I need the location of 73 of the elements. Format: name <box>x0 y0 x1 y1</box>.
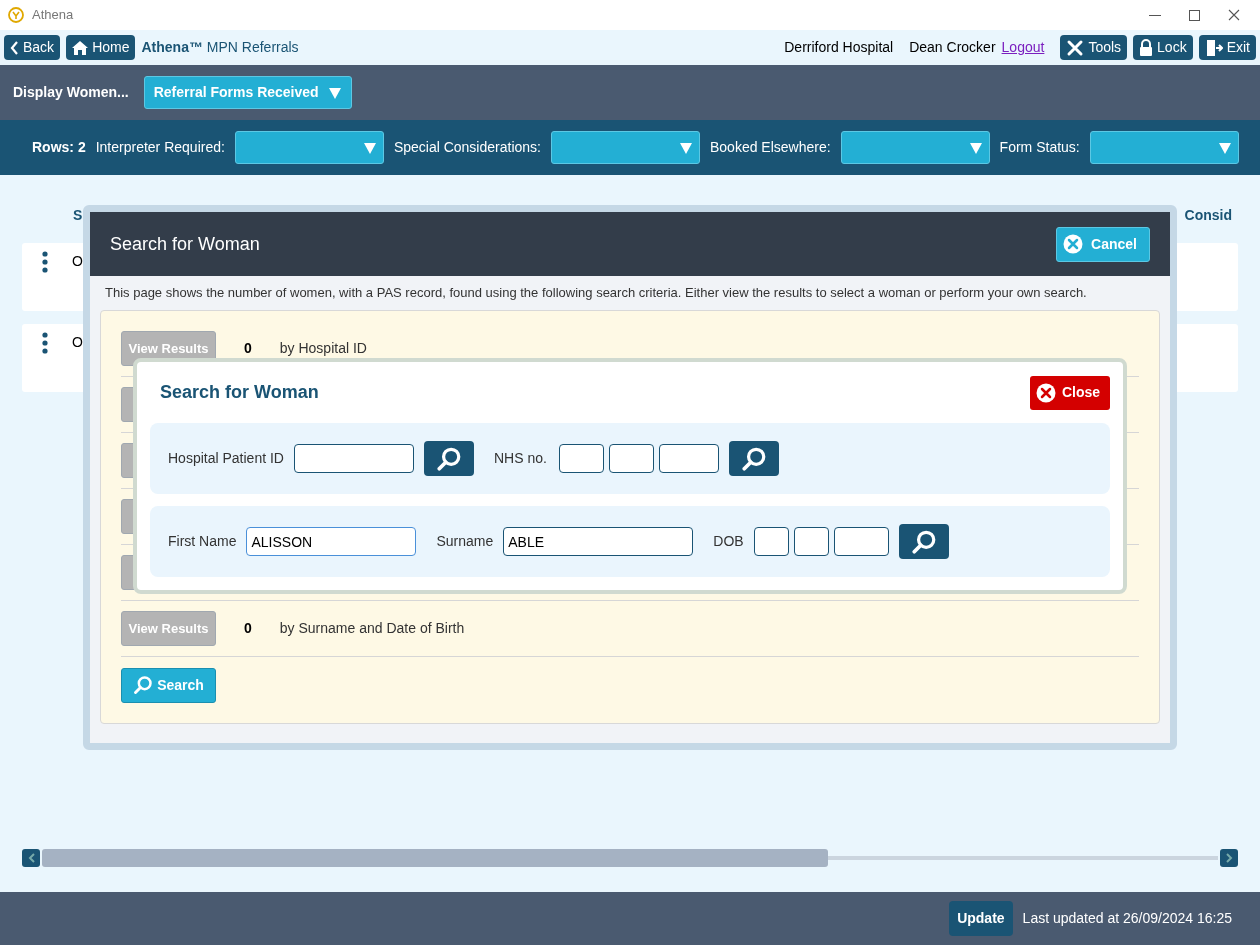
back-button[interactable]: Back <box>4 35 61 60</box>
user-name: Dean Crocker <box>909 38 996 57</box>
toolbar-button[interactable]: Tools <box>1060 35 1128 60</box>
logout-link[interactable]: Logout <box>1001 37 1045 58</box>
result-label: by Hospital ID <box>279 339 367 358</box>
dropdown-arrow-icon <box>678 140 693 155</box>
home-button[interactable]: Home <box>66 35 136 60</box>
more-icon[interactable] <box>42 251 48 273</box>
scroll-left-button[interactable] <box>22 849 40 867</box>
toolbar-button[interactable]: Exit <box>1198 35 1256 60</box>
hospital-id-field[interactable] <box>293 444 414 473</box>
close-window-button[interactable] <box>1228 9 1240 21</box>
result-count: 0 <box>244 619 252 638</box>
close-icon <box>1035 382 1056 403</box>
search-button[interactable] <box>898 524 949 559</box>
first-name-field[interactable]: ALISSON <box>246 527 417 556</box>
maximize-button[interactable] <box>1189 9 1200 21</box>
search-icon <box>740 445 767 472</box>
column-header: S <box>73 206 83 225</box>
search-icon <box>435 445 462 472</box>
result-label: by Surname and Date of Birth <box>279 619 465 638</box>
more-icon[interactable] <box>42 332 48 354</box>
dropdown-arrow-icon <box>1217 140 1232 155</box>
window-title: Athena <box>32 6 74 25</box>
field-label: First Name <box>168 532 237 551</box>
field-label: Surname <box>436 532 494 551</box>
filter-label: Special Considerations: <box>393 138 541 157</box>
chevron-left-icon <box>10 40 19 55</box>
last-updated-text: Last updated at 26/09/2024 16:25 <box>1022 909 1232 928</box>
close-icon <box>1063 234 1084 254</box>
row-count: Rows: 2 <box>32 138 86 157</box>
dob-field[interactable] <box>793 527 829 556</box>
field-label: DOB <box>713 532 744 551</box>
minimize-button[interactable] <box>1149 14 1161 16</box>
lock-icon <box>1139 38 1154 57</box>
chevron-left-icon <box>27 853 35 863</box>
nhs-number-field[interactable] <box>608 444 654 473</box>
dropdown-arrow-icon <box>327 85 342 100</box>
column-header: Consid <box>1184 206 1232 225</box>
chevron-right-icon <box>1225 853 1233 863</box>
dialog-title: Search for Woman <box>160 381 319 404</box>
dialog-description: This page shows the number of women, with a PAS record, found using the following search criteria. Either view the results to select a woman or perform your own search. <box>104 284 1088 303</box>
result-count: 0 <box>244 339 252 358</box>
hospital-name: Derriford Hospital <box>784 38 894 57</box>
display-label: Display Women... <box>13 83 129 102</box>
table-cell-text: O <box>72 252 83 271</box>
filter-label: Interpreter Required: <box>95 138 225 157</box>
surname-field[interactable]: ABLE <box>503 527 694 556</box>
dob-field[interactable] <box>833 527 889 556</box>
nhs-number-field[interactable] <box>558 444 604 473</box>
search-button[interactable] <box>423 441 474 476</box>
scroll-right-button[interactable] <box>1220 849 1238 867</box>
update-button[interactable]: Update <box>949 901 1013 936</box>
search-icon <box>133 675 154 695</box>
field-label: NHS no. <box>493 449 547 468</box>
dropdown-arrow-icon <box>362 140 377 155</box>
search-button[interactable] <box>728 441 779 476</box>
close-button[interactable]: Close <box>1029 375 1110 410</box>
app-heading: Athena™ MPN Referrals <box>141 38 299 57</box>
search-icon <box>910 528 937 555</box>
field-label: Hospital Patient ID <box>168 449 284 468</box>
nhs-number-field[interactable] <box>658 444 719 473</box>
table-cell-text: O <box>72 333 83 352</box>
dob-field[interactable] <box>753 527 789 556</box>
home-icon <box>72 40 89 55</box>
filter-label: Form Status: <box>999 138 1080 157</box>
tools-icon <box>1066 38 1085 57</box>
toolbar-button[interactable]: Lock <box>1133 35 1193 60</box>
filter-label: Booked Elsewhere: <box>709 138 831 157</box>
dialog-title: Search for Woman <box>110 232 260 256</box>
app-logo-icon <box>8 7 24 23</box>
dropdown-arrow-icon <box>968 140 983 155</box>
exit-icon <box>1204 38 1223 57</box>
